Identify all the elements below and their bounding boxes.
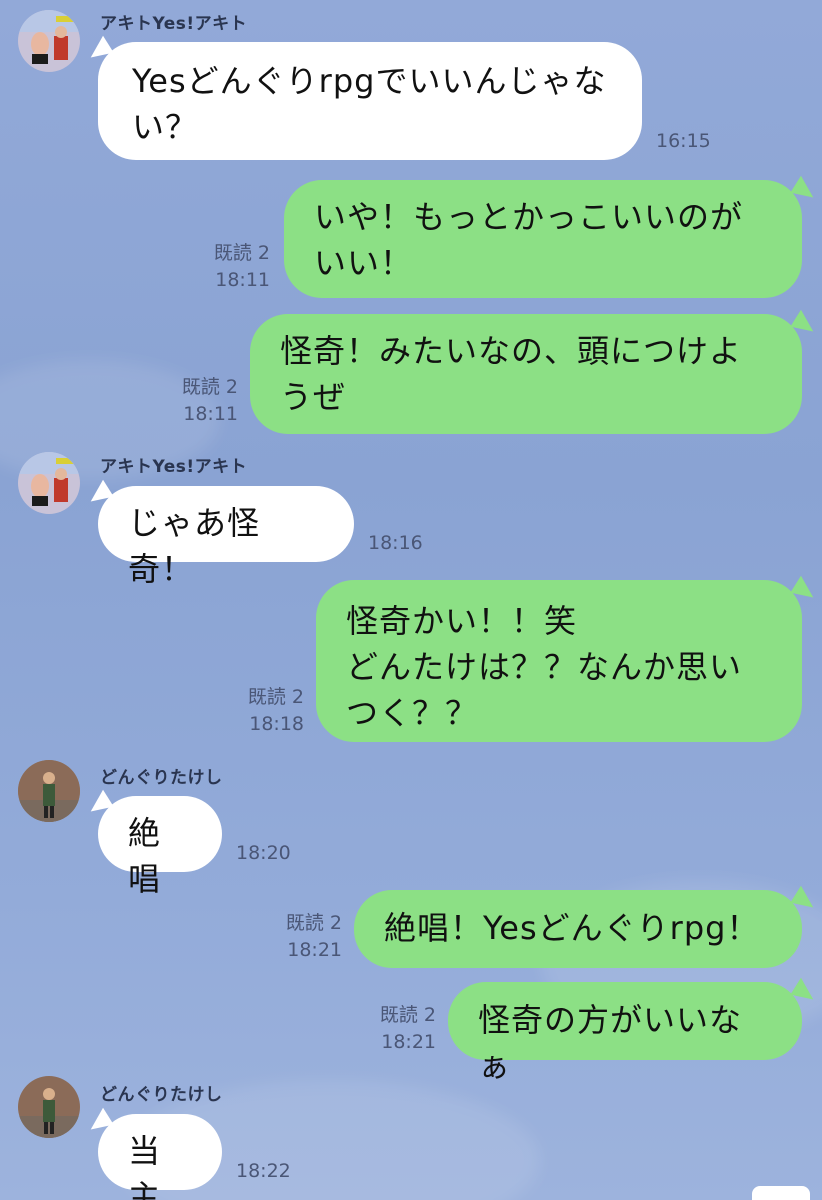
message-bubble[interactable]: 怪奇かい！！笑 どんたけは？？なんか思いつく？？ — [316, 580, 802, 742]
message-bubble[interactable]: 絶唱 — [98, 796, 222, 898]
message-outgoing[interactable]: 既読 2 18:21 絶唱！Yesどんぐりrpg！ — [0, 880, 822, 980]
person-photo-avatar-icon — [18, 452, 80, 514]
message-bubble[interactable]: 怪奇！みたいなの、頭につけようぜ — [250, 314, 802, 434]
sender-avatar[interactable] — [18, 10, 80, 72]
message-time: 18:11 — [215, 269, 270, 291]
sender-name: どんぐりたけし — [100, 768, 223, 788]
message-outgoing[interactable]: 既読 2 18:18 怪奇かい！！笑 どんたけは？？なんか思いつく？？ — [0, 575, 822, 750]
message-bubble[interactable]: 絶唱！Yesどんぐりrpg！ — [354, 890, 802, 968]
message-time: 18:21 — [381, 1031, 436, 1053]
message-bubble[interactable]: Yesどんぐりrpgでいいんじゃない？ — [98, 42, 642, 160]
message-incoming[interactable]: どんぐりたけし 当主 18:22 — [0, 1070, 822, 1200]
scroll-to-bottom-button[interactable] — [752, 1186, 810, 1200]
message-bubble[interactable]: 当主 — [98, 1114, 222, 1200]
message-incoming[interactable]: アキトYes!アキト じゃあ怪奇！ 18:16 — [0, 440, 822, 588]
read-receipt: 既読 2 — [247, 686, 304, 708]
read-receipt: 既読 2 — [379, 1004, 436, 1026]
person-photo-avatar-icon — [18, 1076, 80, 1138]
message-time: 18:16 — [368, 532, 423, 554]
message-bubble[interactable]: じゃあ怪奇！ — [98, 486, 354, 588]
message-outgoing[interactable]: 既読 2 18:21 怪奇の方がいいなぁ — [0, 977, 822, 1085]
person-photo-avatar-icon — [18, 760, 80, 822]
chat-area[interactable]: アキトYes!アキト Yesどんぐりrpgでいいんじゃない？ 16:15 既読 … — [0, 0, 822, 1200]
message-outgoing[interactable]: 既読 2 18:11 怪奇！みたいなの、頭につけようぜ — [0, 309, 822, 440]
message-outgoing[interactable]: 既読 2 18:11 いや！もっとかっこいいのがいい！ — [0, 170, 822, 310]
message-incoming[interactable]: アキトYes!アキト Yesどんぐりrpgでいいんじゃない？ 16:15 — [0, 0, 822, 170]
sender-name: アキトYes!アキト — [100, 457, 248, 477]
person-photo-avatar-icon — [18, 10, 80, 72]
message-bubble[interactable]: いや！もっとかっこいいのがいい！ — [284, 180, 802, 298]
message-time: 16:15 — [656, 130, 711, 152]
message-bubble[interactable]: 怪奇の方がいいなぁ — [448, 982, 802, 1085]
sender-avatar[interactable] — [18, 452, 80, 514]
message-time: 18:11 — [183, 403, 238, 425]
message-time: 18:18 — [249, 713, 304, 735]
sender-name: アキトYes!アキト — [100, 14, 248, 34]
read-receipt: 既読 2 — [213, 242, 270, 264]
sender-avatar[interactable] — [18, 1076, 80, 1138]
message-time: 18:22 — [236, 1160, 291, 1182]
message-incoming[interactable]: どんぐりたけし 絶唱 18:20 — [0, 750, 822, 898]
read-receipt: 既読 2 — [181, 376, 238, 398]
sender-avatar[interactable] — [18, 760, 80, 822]
message-time: 18:20 — [236, 842, 291, 864]
message-time: 18:21 — [287, 939, 342, 961]
read-receipt: 既読 2 — [285, 912, 342, 934]
sender-name: どんぐりたけし — [100, 1085, 223, 1105]
